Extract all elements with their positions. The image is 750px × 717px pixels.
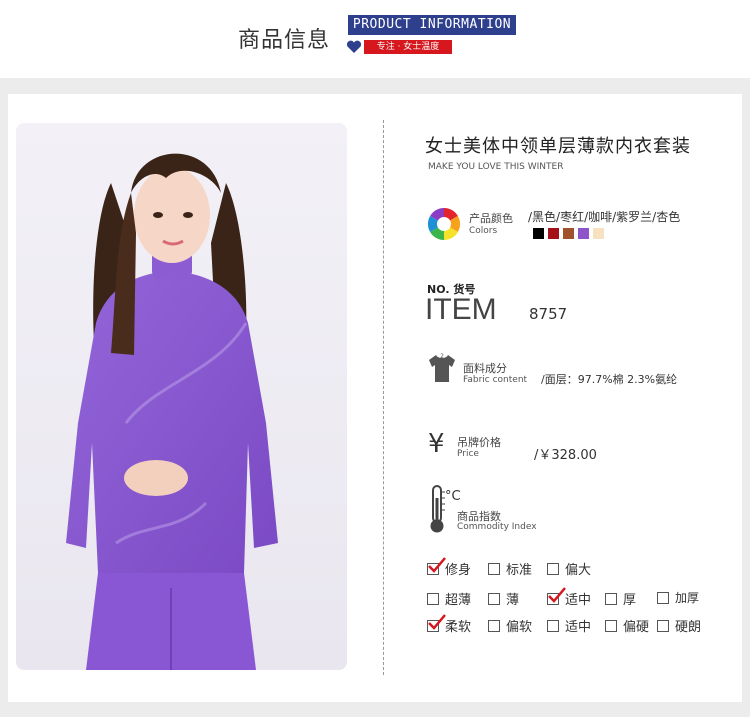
checkbox[interactable] (427, 613, 446, 632)
product-title: 女士美体中领单层薄款内衣套装 (425, 136, 691, 157)
option-softness-soft[interactable]: 柔软 (427, 613, 472, 635)
yen-icon: ¥ (428, 429, 445, 459)
colors-label-en: Colors (469, 226, 498, 236)
model-photo (16, 123, 347, 670)
checkmark-icon (548, 586, 566, 603)
checkbox[interactable] (488, 619, 500, 632)
option-label: 硬朗 (675, 620, 702, 635)
svg-text:2: 2 (440, 353, 444, 360)
option-softness-slightly-hard[interactable]: 偏硬 (605, 616, 649, 635)
option-softness-slightly-soft[interactable]: 偏软 (488, 616, 532, 635)
checkbox[interactable] (488, 562, 500, 575)
checkbox[interactable] (605, 592, 617, 605)
option-thickness-thick[interactable]: 厚 (605, 589, 636, 608)
color-swatches (533, 228, 604, 239)
index-label-en: Commodity Index (457, 522, 537, 532)
price-label-en: Price (457, 449, 479, 459)
option-fit-large[interactable]: 偏大 (547, 559, 591, 578)
checkbox[interactable] (657, 619, 669, 632)
option-label: 薄 (506, 593, 520, 608)
checkbox[interactable] (547, 619, 559, 632)
section-title-en: PRODUCT INFORMATION (348, 15, 516, 35)
checkbox[interactable] (488, 592, 500, 605)
price-label: 吊牌价格 (457, 436, 501, 449)
heart-icon (346, 40, 362, 53)
vertical-divider (383, 120, 384, 675)
option-label: 标准 (506, 563, 533, 578)
option-fit-standard[interactable]: 标准 (488, 559, 532, 578)
item-number-value: 8757 (529, 305, 568, 323)
colors-list: /黑色/枣红/咖啡/紫罗兰/杏色 (528, 210, 681, 224)
color-swatch-black[interactable] (533, 228, 544, 239)
checkbox[interactable] (657, 591, 669, 604)
checkbox[interactable] (547, 562, 559, 575)
option-label: 柔软 (445, 620, 472, 635)
option-label: 适中 (565, 593, 592, 608)
option-label: 修身 (445, 563, 472, 578)
checkbox[interactable] (427, 592, 439, 605)
fabric-label: 面料成分 (463, 362, 507, 375)
option-label: 偏软 (506, 620, 533, 635)
price-value: /￥328.00 (534, 448, 597, 463)
section-header: 商品信息 PRODUCT INFORMATION 专注 · 女士温度 (0, 0, 750, 78)
product-subtitle: MAKE YOU LOVE THIS WINTER (428, 162, 564, 172)
option-thickness-thin[interactable]: 薄 (488, 589, 519, 608)
colors-label: 产品颜色 (469, 212, 513, 225)
option-label: 适中 (565, 620, 592, 635)
section-title-cn: 商品信息 (238, 28, 331, 53)
option-label: 加厚 (675, 591, 700, 605)
option-thickness-medium[interactable]: 适中 (547, 586, 592, 608)
option-thickness-ultrathin[interactable]: 超薄 (427, 589, 471, 608)
checkbox[interactable] (605, 619, 617, 632)
option-fit-slim[interactable]: 修身 (427, 556, 472, 578)
checkmark-icon (428, 613, 446, 630)
celsius-label: °C (445, 489, 461, 504)
color-swatch-coffee[interactable] (563, 228, 574, 239)
checkmark-icon (428, 556, 446, 573)
slogan-tag: 专注 · 女士温度 (364, 40, 452, 54)
item-big-label: ITEM (425, 293, 497, 326)
option-label: 厚 (623, 593, 637, 608)
option-thickness-extra-thick[interactable]: 加厚 (657, 589, 699, 606)
fabric-value: /面层：97.7%棉 2.3%氨纶 (541, 373, 678, 386)
checkbox[interactable] (427, 556, 446, 575)
shirt-icon: 2 (429, 353, 455, 382)
fabric-label-en: Fabric content (463, 375, 528, 385)
option-label: 偏硬 (623, 620, 650, 635)
checkbox[interactable] (547, 586, 566, 605)
option-softness-medium[interactable]: 适中 (547, 616, 591, 635)
color-swatch-jujube-red[interactable] (548, 228, 559, 239)
option-label: 偏大 (565, 563, 592, 578)
color-wheel-icon (427, 207, 461, 241)
option-softness-firm[interactable]: 硬朗 (657, 616, 701, 635)
color-swatch-violet[interactable] (578, 228, 589, 239)
color-swatch-apricot[interactable] (593, 228, 604, 239)
option-label: 超薄 (445, 593, 472, 608)
